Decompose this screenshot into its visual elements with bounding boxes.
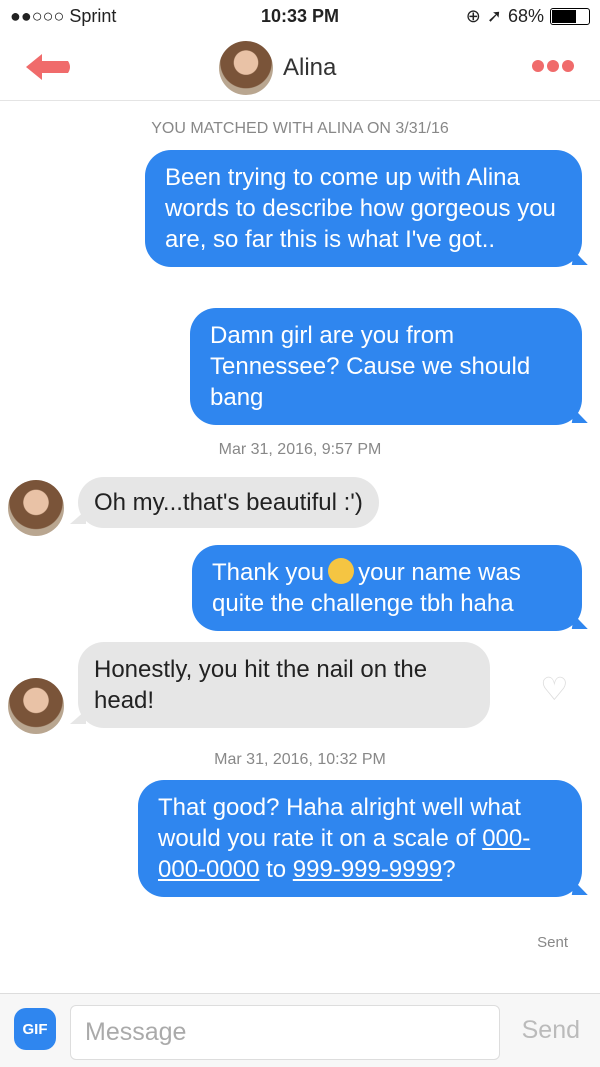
message-received: Oh my...that's beautiful :') bbox=[70, 477, 379, 528]
gif-button[interactable]: GIF bbox=[14, 1008, 56, 1050]
match-name[interactable]: Alina bbox=[283, 54, 336, 82]
message-sent: Thank you your name was quite the challen… bbox=[192, 545, 582, 631]
more-dots-icon[interactable] bbox=[532, 60, 574, 72]
sent-status: Sent bbox=[537, 934, 568, 951]
message-text: to bbox=[266, 856, 287, 883]
status-bar: ●●○○○ Sprint 10:33 PM ⊕ ➚ 68% bbox=[0, 0, 600, 34]
rotation-lock-icon: ⊕ bbox=[465, 6, 481, 26]
message-received: Honestly, you hit the nail on the head! bbox=[70, 642, 490, 728]
avatar[interactable] bbox=[219, 41, 273, 95]
message-input[interactable] bbox=[70, 1005, 500, 1060]
phone-link[interactable]: 999-999-9999 bbox=[293, 856, 442, 883]
arrow-left-icon[interactable] bbox=[24, 52, 72, 82]
battery-percent: 68% bbox=[507, 6, 544, 26]
nav-bar: Alina bbox=[0, 34, 600, 101]
battery-icon bbox=[550, 8, 590, 25]
status-right: ⊕ ➚ 68% bbox=[466, 6, 590, 27]
message-sent: That good? Haha alright well what would … bbox=[138, 780, 582, 897]
location-icon: ➚ bbox=[486, 6, 502, 26]
heart-icon[interactable]: ♡ bbox=[540, 670, 569, 708]
matched-banner: YOU MATCHED WITH ALINA ON 3/31/16 bbox=[151, 120, 449, 137]
message-sent: Damn girl are you from Tennessee? Cause … bbox=[190, 308, 582, 425]
message-text: That good? Haha alright well what would … bbox=[158, 794, 521, 852]
avatar[interactable] bbox=[8, 678, 64, 734]
timestamp: Mar 31, 2016, 10:32 PM bbox=[214, 751, 386, 768]
timestamp: Mar 31, 2016, 9:57 PM bbox=[218, 441, 382, 458]
composer: GIF Send bbox=[0, 993, 600, 1067]
message-text: ? bbox=[442, 856, 456, 883]
send-button[interactable]: Send bbox=[522, 1016, 580, 1045]
relieved-face-emoji-icon bbox=[328, 558, 355, 584]
avatar[interactable] bbox=[8, 480, 64, 536]
message-text: Thank you bbox=[212, 559, 325, 586]
message-sent: Been trying to come up with Alina words … bbox=[145, 150, 582, 267]
